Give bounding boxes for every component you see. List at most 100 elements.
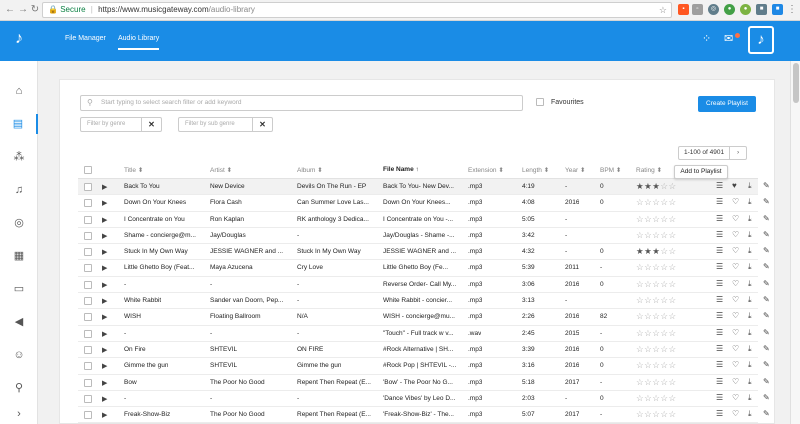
- row-checkbox[interactable]: [84, 411, 92, 420]
- table-row[interactable]: ▶ Back To You New Device Devils On The Run …: [78, 179, 770, 196]
- heart-icon[interactable]: ♡: [732, 295, 739, 304]
- column-header-album[interactable]: Album ⬍: [297, 166, 323, 174]
- star-empty-icon[interactable]: ☆: [660, 344, 668, 354]
- star-filled-icon[interactable]: ★: [636, 246, 644, 256]
- table-row[interactable]: ▶ Bow The Poor No Good Repent Then Repeat (…: [78, 375, 770, 391]
- table-row[interactable]: ▶ Down On Your Knees Flora Cash Can Summer …: [78, 195, 770, 212]
- add-to-playlist-icon[interactable]: ☰: [716, 311, 723, 320]
- share-network-icon[interactable]: ⁂: [0, 147, 38, 167]
- star-empty-icon[interactable]: ☆: [669, 311, 677, 321]
- star-filled-icon[interactable]: ★: [636, 181, 644, 191]
- star-empty-icon[interactable]: ☆: [660, 377, 668, 387]
- rating-stars[interactable]: ☆☆☆☆☆: [636, 197, 677, 208]
- column-header-extension[interactable]: Extension ⬍: [468, 166, 504, 174]
- pencil-icon[interactable]: ✎: [763, 181, 770, 190]
- column-header-length[interactable]: Length ⬍: [522, 166, 549, 174]
- heart-icon[interactable]: ♡: [732, 328, 739, 337]
- page-scrollbar[interactable]: [790, 61, 800, 424]
- select-all-checkbox[interactable]: [84, 166, 92, 174]
- table-row[interactable]: ▶ - - - "Touch" - Full track w v... .wav 2:45 2…: [78, 326, 770, 342]
- heart-icon[interactable]: ♡: [732, 409, 739, 418]
- column-header-year[interactable]: Year ⬍: [565, 166, 585, 174]
- star-empty-icon[interactable]: ☆: [660, 295, 668, 305]
- row-checkbox[interactable]: [84, 199, 92, 208]
- row-checkbox[interactable]: [84, 248, 92, 257]
- rating-stars[interactable]: ☆☆☆☆☆: [636, 230, 677, 241]
- row-checkbox[interactable]: [84, 394, 92, 403]
- download-icon[interactable]: ⤓: [748, 262, 752, 272]
- forward-arrow-icon[interactable]: →: [17, 4, 29, 16]
- download-icon[interactable]: ⤓: [748, 360, 752, 370]
- add-to-playlist-icon[interactable]: ☰: [716, 328, 723, 337]
- add-to-playlist-icon[interactable]: ☰: [716, 262, 723, 271]
- play-icon[interactable]: ▶: [102, 232, 107, 240]
- rating-stars[interactable]: ☆☆☆☆☆: [636, 393, 677, 404]
- table-row[interactable]: ▶ Stuck In My Own Way JESSIE WAGNER and ..…: [78, 244, 770, 261]
- star-empty-icon[interactable]: ☆: [636, 197, 644, 207]
- row-checkbox[interactable]: [84, 378, 92, 387]
- play-icon[interactable]: ▶: [102, 313, 107, 321]
- rating-stars[interactable]: ☆☆☆☆☆: [636, 214, 677, 225]
- add-to-playlist-icon[interactable]: ☰: [716, 360, 723, 369]
- star-empty-icon[interactable]: ☆: [636, 214, 644, 224]
- download-icon[interactable]: ⤓: [748, 311, 752, 321]
- play-icon[interactable]: ▶: [102, 183, 107, 191]
- add-to-playlist-icon[interactable]: ☰: [716, 214, 723, 223]
- star-empty-icon[interactable]: ☆: [636, 377, 644, 387]
- column-header-bpm[interactable]: BPM ⬍: [600, 166, 621, 174]
- column-header-title[interactable]: Title ⬍: [124, 166, 143, 174]
- profile-music-icon[interactable]: ♪: [748, 26, 774, 54]
- rating-stars[interactable]: ☆☆☆☆☆: [636, 279, 677, 290]
- star-empty-icon[interactable]: ☆: [660, 197, 668, 207]
- heart-icon[interactable]: ♡: [732, 360, 739, 369]
- pencil-icon[interactable]: ✎: [763, 409, 770, 418]
- star-empty-icon[interactable]: ☆: [636, 344, 644, 354]
- create-playlist-button[interactable]: Create Playlist: [698, 96, 756, 112]
- add-to-playlist-icon[interactable]: ☰: [716, 181, 723, 190]
- grid-apps-icon[interactable]: ⁘: [702, 32, 711, 45]
- bookmark-star-icon[interactable]: ☆: [659, 3, 667, 17]
- play-icon[interactable]: ▶: [102, 379, 107, 387]
- star-empty-icon[interactable]: ☆: [660, 214, 668, 224]
- extension-icon[interactable]: ◎: [708, 4, 719, 15]
- star-empty-icon[interactable]: ☆: [636, 262, 644, 272]
- pencil-icon[interactable]: ✎: [763, 360, 770, 369]
- star-empty-icon[interactable]: ☆: [636, 230, 644, 240]
- nav-audio-library[interactable]: Audio Library: [118, 35, 160, 50]
- table-row[interactable]: ▶ - - - Reverse Order- Call My... .mp3 3:06 201…: [78, 277, 770, 294]
- row-checkbox[interactable]: [84, 215, 92, 224]
- pencil-icon[interactable]: ✎: [763, 377, 770, 386]
- star-empty-icon[interactable]: ☆: [636, 295, 644, 305]
- subgenre-filter[interactable]: Filter by sub genre ✕: [178, 117, 273, 132]
- favourites-checkbox[interactable]: [536, 98, 544, 106]
- star-empty-icon[interactable]: ☆: [660, 328, 668, 338]
- rating-stars[interactable]: ☆☆☆☆☆: [636, 377, 677, 388]
- pencil-icon[interactable]: ✎: [763, 344, 770, 353]
- row-checkbox[interactable]: [84, 313, 92, 322]
- table-row[interactable]: ▶ Freak-Show-Biz The Poor No Good Repent Th…: [78, 407, 770, 424]
- pencil-icon[interactable]: ✎: [763, 328, 770, 337]
- download-icon[interactable]: ⤓: [748, 393, 752, 403]
- star-empty-icon[interactable]: ☆: [660, 360, 668, 370]
- heart-icon[interactable]: ♡: [732, 262, 739, 271]
- star-empty-icon[interactable]: ☆: [636, 409, 644, 419]
- star-empty-icon[interactable]: ☆: [660, 409, 668, 419]
- add-to-playlist-icon[interactable]: ☰: [716, 409, 723, 418]
- scrollbar-thumb[interactable]: [793, 63, 799, 103]
- pencil-icon[interactable]: ✎: [763, 262, 770, 271]
- rating-stars[interactable]: ☆☆☆☆☆: [636, 344, 677, 355]
- star-empty-icon[interactable]: ☆: [669, 377, 677, 387]
- play-icon[interactable]: ▶: [102, 362, 107, 370]
- download-icon[interactable]: ⤓: [748, 214, 752, 224]
- play-icon[interactable]: ▶: [102, 297, 107, 305]
- star-empty-icon[interactable]: ☆: [660, 393, 668, 403]
- star-empty-icon[interactable]: ☆: [669, 328, 677, 338]
- star-empty-icon[interactable]: ☆: [660, 230, 668, 240]
- row-checkbox[interactable]: [84, 297, 92, 306]
- play-icon[interactable]: ▶: [102, 216, 107, 224]
- megaphone-icon[interactable]: ◀: [0, 312, 38, 332]
- add-to-playlist-icon[interactable]: ☰: [716, 377, 723, 386]
- row-checkbox[interactable]: [84, 280, 92, 289]
- play-icon[interactable]: ▶: [102, 411, 107, 419]
- genre-filter[interactable]: Filter by genre ✕: [80, 117, 162, 132]
